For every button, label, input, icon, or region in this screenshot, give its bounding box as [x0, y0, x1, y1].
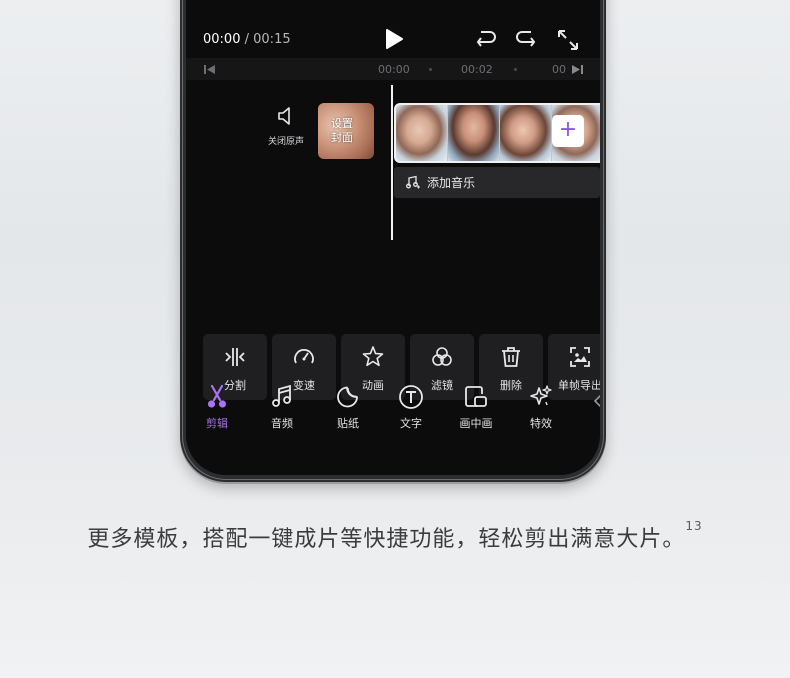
nav-label: 画中画: [459, 417, 493, 430]
add-music-track[interactable]: 添加音乐: [394, 167, 600, 198]
expand-icon: [558, 30, 578, 50]
speed-gauge-icon: [294, 349, 314, 364]
star-animation-icon: [362, 346, 384, 367]
clip-frame-thumbnail: [396, 105, 448, 161]
trash-icon: [502, 347, 520, 367]
current-time: 00:00: [203, 32, 241, 47]
text-icon: [399, 385, 423, 409]
nav-item-effects[interactable]: 特效: [511, 380, 571, 431]
clip-frame-thumbnail: [500, 105, 552, 161]
time-separator: /: [244, 32, 249, 47]
total-duration: 00:15: [253, 32, 291, 47]
caption-text: 更多模板，搭配一键成片等快捷功能，轻松剪出满意大片。: [87, 527, 686, 552]
chevron-left-icon[interactable]: [594, 394, 600, 408]
play-icon: [386, 29, 403, 49]
skip-start-icon[interactable]: [204, 64, 216, 75]
cover-label-line2: 封面: [331, 131, 353, 144]
speaker-icon: [278, 107, 290, 125]
scissors-icon: [207, 384, 227, 408]
cover-label-line1: 设置: [331, 117, 353, 130]
marketing-caption: 更多模板，搭配一键成片等快捷功能，轻松剪出满意大片。13: [0, 519, 790, 553]
nav-label: 剪辑: [206, 417, 228, 430]
filter-circles-icon: [432, 347, 452, 366]
mute-label: 关闭原声: [267, 137, 304, 147]
nav-item-edit[interactable]: 剪辑: [187, 380, 247, 431]
redo-icon: [516, 31, 536, 47]
add-clip-button[interactable]: +: [552, 115, 584, 147]
nav-label: 文字: [400, 417, 422, 430]
music-add-icon: [406, 175, 420, 189]
set-cover-button[interactable]: 设置 封面: [318, 103, 374, 159]
fullscreen-button[interactable]: [556, 28, 580, 56]
ruler-tick: 00:02: [461, 63, 493, 76]
nav-item-text[interactable]: 文字: [381, 380, 441, 431]
nav-item-pip[interactable]: 画中画: [446, 380, 506, 431]
clip-frame-thumbnail: [448, 105, 500, 161]
ruler-tick: 00:00: [378, 63, 410, 76]
playhead[interactable]: [391, 85, 393, 240]
effects-sparkle-icon: [530, 385, 552, 406]
ruler-dot: [514, 68, 517, 71]
music-note-icon: [272, 384, 291, 407]
phone-frame: 00:00 / 00:15 00:00 00:02 00 关闭原声 设置 封面 …: [180, 0, 606, 482]
mute-original-audio-button[interactable]: 关闭原声: [261, 106, 311, 147]
cover-label: 设置 封面: [331, 117, 353, 145]
nav-label: 贴纸: [337, 417, 359, 430]
nav-label: 特效: [530, 417, 552, 430]
app-screen: 00:00 / 00:15 00:00 00:02 00 关闭原声 设置 封面 …: [186, 0, 600, 475]
sticker-icon: [337, 386, 358, 408]
time-ruler[interactable]: 00:00 00:02 00: [186, 58, 600, 80]
caption-footnote: 13: [685, 519, 703, 533]
picture-in-picture-icon: [465, 386, 487, 407]
skip-end-icon[interactable]: [571, 64, 583, 75]
nav-label: 音频: [271, 417, 293, 430]
nav-item-audio[interactable]: 音频: [252, 380, 312, 431]
undo-button[interactable]: [474, 28, 498, 52]
nav-item-sticker[interactable]: 贴纸: [318, 380, 378, 431]
play-button[interactable]: [384, 28, 404, 54]
redo-button[interactable]: [514, 28, 538, 52]
split-icon: [225, 348, 245, 366]
undo-icon: [476, 31, 496, 47]
bottom-navigation: 剪辑 音频 贴纸 文字 画中画 特效: [186, 380, 600, 440]
playback-time: 00:00 / 00:15: [203, 32, 291, 47]
ruler-tick: 00: [552, 63, 566, 76]
frame-export-icon: [570, 347, 590, 367]
add-music-label: 添加音乐: [427, 176, 476, 190]
ruler-dot: [429, 68, 432, 71]
